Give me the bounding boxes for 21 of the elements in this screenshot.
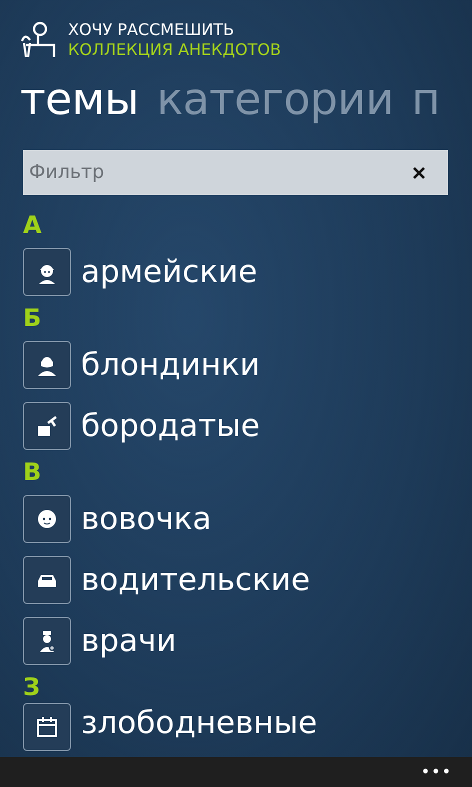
calendar-icon xyxy=(35,715,59,739)
topic-item[interactable]: водительские xyxy=(81,560,310,600)
filter-input[interactable]: Фильтр xyxy=(23,157,412,188)
app-title: ХОЧУ РАССМЕШИТЬ xyxy=(68,20,236,40)
topic-item[interactable]: армейские xyxy=(81,252,258,292)
group-letter[interactable]: З xyxy=(23,673,40,701)
topic-item[interactable]: бородатые xyxy=(81,406,260,446)
clear-icon[interactable] xyxy=(412,166,426,180)
topic-item[interactable]: врачи xyxy=(81,620,176,660)
topic-item[interactable]: злободневные xyxy=(81,703,318,743)
filter-field[interactable]: Фильтр xyxy=(23,150,448,195)
topic-item[interactable]: вовочка xyxy=(81,498,212,538)
app-subtitle: КОЛЛЕКЦИЯ АНЕКДОТОВ xyxy=(68,40,281,60)
pivot-tab[interactable]: темы xyxy=(20,74,139,125)
group-letter[interactable]: А xyxy=(23,211,42,239)
topic-item[interactable]: блондинки xyxy=(81,344,260,384)
razor-icon xyxy=(35,414,59,438)
group-letter[interactable]: Б xyxy=(23,304,42,332)
more-button[interactable]: ••• xyxy=(420,764,452,780)
group-letter[interactable]: В xyxy=(23,458,42,486)
pivot-tab[interactable]: п xyxy=(412,74,440,125)
